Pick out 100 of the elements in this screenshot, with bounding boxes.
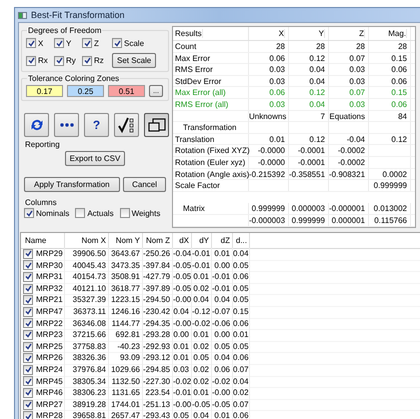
help-icon: ? [92, 119, 100, 131]
table-cell: -251.13 [143, 400, 170, 409]
result-value: -0.0001 [298, 146, 325, 156]
checkbox[interactable] [24, 208, 34, 218]
column-header[interactable]: Results [175, 29, 203, 38]
table-cell: 1132.50 [112, 376, 140, 386]
table-cell: -0.02 [212, 376, 230, 386]
table-cell: -40.23 [117, 342, 140, 351]
table-cell: -292.93 [143, 342, 170, 351]
table-cell: -0.01 [192, 260, 210, 270]
group-title: Columns [25, 198, 57, 207]
result-label: Scale Factor [175, 181, 220, 190]
table-cell: 1223.15 [111, 295, 140, 304]
checkbox[interactable] [26, 38, 36, 48]
result-value: 0.999999 [252, 204, 285, 214]
group-title: Degrees of Freedom [27, 26, 102, 35]
result-label: Count [175, 42, 196, 51]
checkbox-label: X [38, 38, 44, 48]
column-header[interactable]: Nom X [82, 236, 106, 245]
result-label: RMS Error (all) [175, 100, 228, 109]
checkbox[interactable] [23, 364, 33, 375]
table-cell: 1144.77 [112, 318, 140, 328]
table-cell: -0.05 [173, 260, 192, 270]
result-value: 0.06 [269, 54, 285, 63]
tolerance-zone-field[interactable]: 0.17 [26, 85, 63, 97]
result-value: 0.12 [309, 134, 325, 144]
cancel-button[interactable]: Cancel [123, 177, 166, 192]
column-header[interactable]: dY [199, 236, 209, 245]
result-label: StdDev Error [175, 76, 222, 86]
result-value: Unknowns [249, 112, 286, 121]
column-header[interactable]: Y [318, 29, 325, 38]
tolerance-zone-field[interactable]: 0.51 [108, 85, 145, 97]
column-header[interactable]: Mag. [388, 29, 407, 38]
result-value: -0.0001 [298, 158, 325, 167]
result-value: 0.06 [391, 65, 407, 74]
table-cell: 93.09 [120, 353, 140, 362]
checkbox[interactable] [23, 353, 33, 364]
table-cell: 0.06 [233, 318, 249, 328]
column-header[interactable]: Nom Z [146, 236, 170, 245]
checkbox[interactable] [82, 56, 92, 66]
table-cell: 0.07 [233, 364, 249, 374]
result-value: 0.115766 [374, 216, 407, 225]
table-cell: 3473.35 [111, 260, 140, 270]
result-label: Max Error (all) [175, 88, 226, 98]
result-value: 0.07 [349, 88, 365, 98]
checkbox[interactable] [23, 284, 33, 294]
result-value: 0.07 [349, 54, 365, 63]
table-cell: -0.00 [173, 295, 192, 304]
checkbox[interactable] [23, 330, 33, 340]
table-cell: MRP23 [36, 329, 63, 341]
column-header[interactable]: Nom Y [116, 236, 140, 245]
checkbox[interactable] [75, 208, 86, 218]
checkbox[interactable] [23, 318, 33, 328]
column-header[interactable]: dX [179, 236, 189, 245]
tool-button[interactable] [144, 113, 169, 137]
checkbox[interactable] [54, 56, 64, 66]
checkbox[interactable] [82, 38, 92, 48]
column-header[interactable]: Z [359, 29, 365, 38]
checkbox[interactable] [23, 260, 33, 270]
table-cell: 0.01 [193, 388, 209, 398]
checkbox[interactable] [120, 208, 130, 218]
column-header[interactable]: Name [25, 236, 46, 245]
result-value: 0.04 [309, 76, 325, 86]
column-header[interactable]: d... [236, 236, 247, 245]
table-cell: 1246.16 [111, 306, 140, 316]
checkbox[interactable] [23, 411, 33, 419]
column-header[interactable]: X [278, 29, 285, 38]
checkbox[interactable] [23, 376, 33, 386]
checkbox[interactable] [23, 295, 33, 306]
tool-button[interactable] [114, 113, 139, 137]
apply-button[interactable]: Apply Transformation [24, 177, 120, 192]
tool-button[interactable] [54, 113, 79, 137]
checkbox[interactable] [23, 248, 33, 259]
checkbox[interactable] [54, 38, 64, 48]
table-cell: 0.04 [193, 411, 209, 419]
checkbox[interactable] [23, 388, 33, 398]
checkbox[interactable] [112, 38, 122, 48]
checkbox[interactable] [23, 342, 33, 352]
tool-button[interactable]: ? [84, 113, 109, 137]
checkbox[interactable] [23, 400, 33, 410]
table-cell: 0.01 [233, 330, 249, 340]
result-label: Rotation (Angle axis) [175, 170, 250, 179]
column-header[interactable]: dZ [220, 236, 230, 245]
tool-button[interactable] [24, 113, 49, 137]
checklist-icon [118, 117, 136, 133]
tolerance-zone-field[interactable]: 0.25 [67, 85, 104, 97]
table-cell: 1131.65 [112, 388, 140, 398]
checkbox[interactable] [26, 56, 36, 66]
table-cell: MRP30 [36, 260, 63, 272]
table-cell: MRP27 [36, 398, 63, 410]
table-cell: -0.01 [212, 272, 230, 282]
checkbox[interactable] [23, 272, 33, 282]
set-scale-button[interactable]: Set Scale [112, 53, 156, 68]
table-cell: 0.01 [214, 249, 230, 258]
table-cell: -294.50 [143, 295, 170, 304]
export-button[interactable]: Export to CSV [64, 151, 126, 166]
result-value: 0.06 [391, 76, 407, 86]
table-cell: 3643.67 [111, 249, 140, 258]
checkbox[interactable] [23, 306, 33, 317]
table-cell: 3508.91 [111, 272, 140, 282]
